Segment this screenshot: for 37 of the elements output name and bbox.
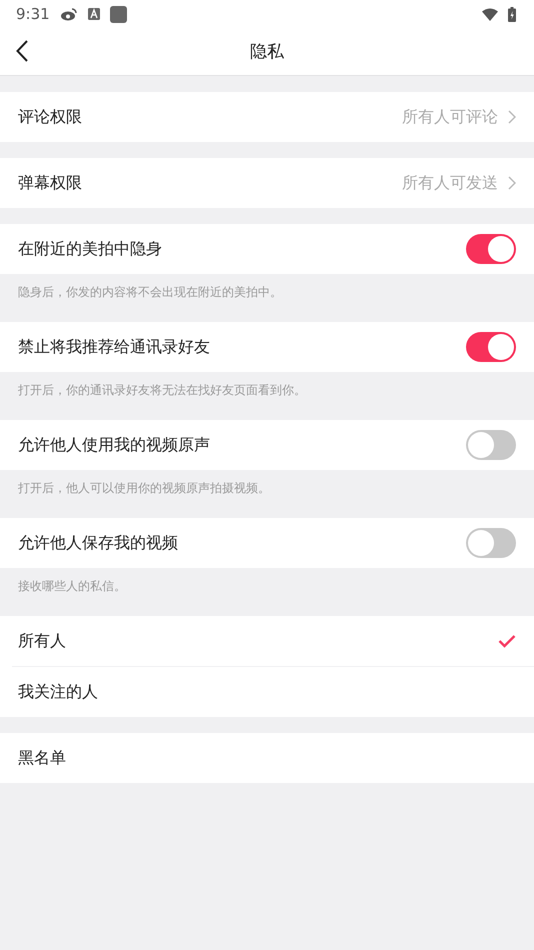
settings-row[interactable]: 弹幕权限 所有人可发送 bbox=[0, 158, 534, 208]
wifi-icon bbox=[482, 8, 498, 20]
toggle-switch[interactable] bbox=[466, 234, 516, 264]
settings-row[interactable]: 允许他人保存我的视频 bbox=[0, 518, 534, 568]
row-label: 评论权限 bbox=[18, 106, 83, 128]
chevron-icon bbox=[508, 176, 516, 190]
hint-text: 隐身后，你发的内容将不会出现在附近的美拍中。 bbox=[17, 284, 283, 301]
row-label: 允许他人保存我的视频 bbox=[18, 532, 179, 554]
row-value: 所有人可发送 bbox=[402, 172, 498, 194]
settings-row[interactable]: 黑名单 bbox=[0, 733, 534, 783]
settings-row[interactable]: 在附近的美拍中隐身 bbox=[0, 224, 534, 274]
square-notification-icon bbox=[110, 6, 127, 22]
battery-icon bbox=[508, 6, 516, 22]
hint-text: 接收哪些人的私信。 bbox=[17, 578, 127, 595]
settings-row[interactable]: 所有人 bbox=[0, 616, 534, 666]
toggle-switch[interactable] bbox=[466, 528, 516, 558]
status-time: 9:31 bbox=[16, 5, 50, 23]
row-label: 所有人 bbox=[18, 630, 67, 652]
row-label: 禁止将我推荐给通讯录好友 bbox=[18, 336, 211, 358]
row-label: 弹幕权限 bbox=[18, 172, 83, 194]
chevron-icon bbox=[508, 110, 516, 124]
settings-row[interactable]: 评论权限 所有人可评论 bbox=[0, 92, 534, 142]
hint-text: 打开后，他人可以使用你的视频原声拍摄视频。 bbox=[17, 480, 271, 497]
back-icon bbox=[16, 40, 28, 62]
settings-row[interactable]: 我关注的人 bbox=[0, 667, 534, 717]
toggle-switch[interactable] bbox=[466, 430, 516, 460]
toggle-switch[interactable] bbox=[466, 332, 516, 362]
row-label: 在附近的美拍中隐身 bbox=[18, 238, 163, 260]
settings-row[interactable]: 允许他人使用我的视频原声 bbox=[0, 420, 534, 470]
app-notification-icon bbox=[88, 8, 100, 20]
row-label: 我关注的人 bbox=[18, 682, 99, 702]
settings-row[interactable]: 禁止将我推荐给通讯录好友 bbox=[0, 322, 534, 372]
page-title: 隐私 bbox=[250, 41, 284, 63]
row-value: 所有人可评论 bbox=[402, 106, 498, 128]
row-label: 黑名单 bbox=[18, 748, 67, 768]
row-label: 允许他人使用我的视频原声 bbox=[18, 434, 211, 456]
hint-text: 打开后，你的通讯录好友将无法在找好友页面看到你。 bbox=[17, 382, 307, 399]
